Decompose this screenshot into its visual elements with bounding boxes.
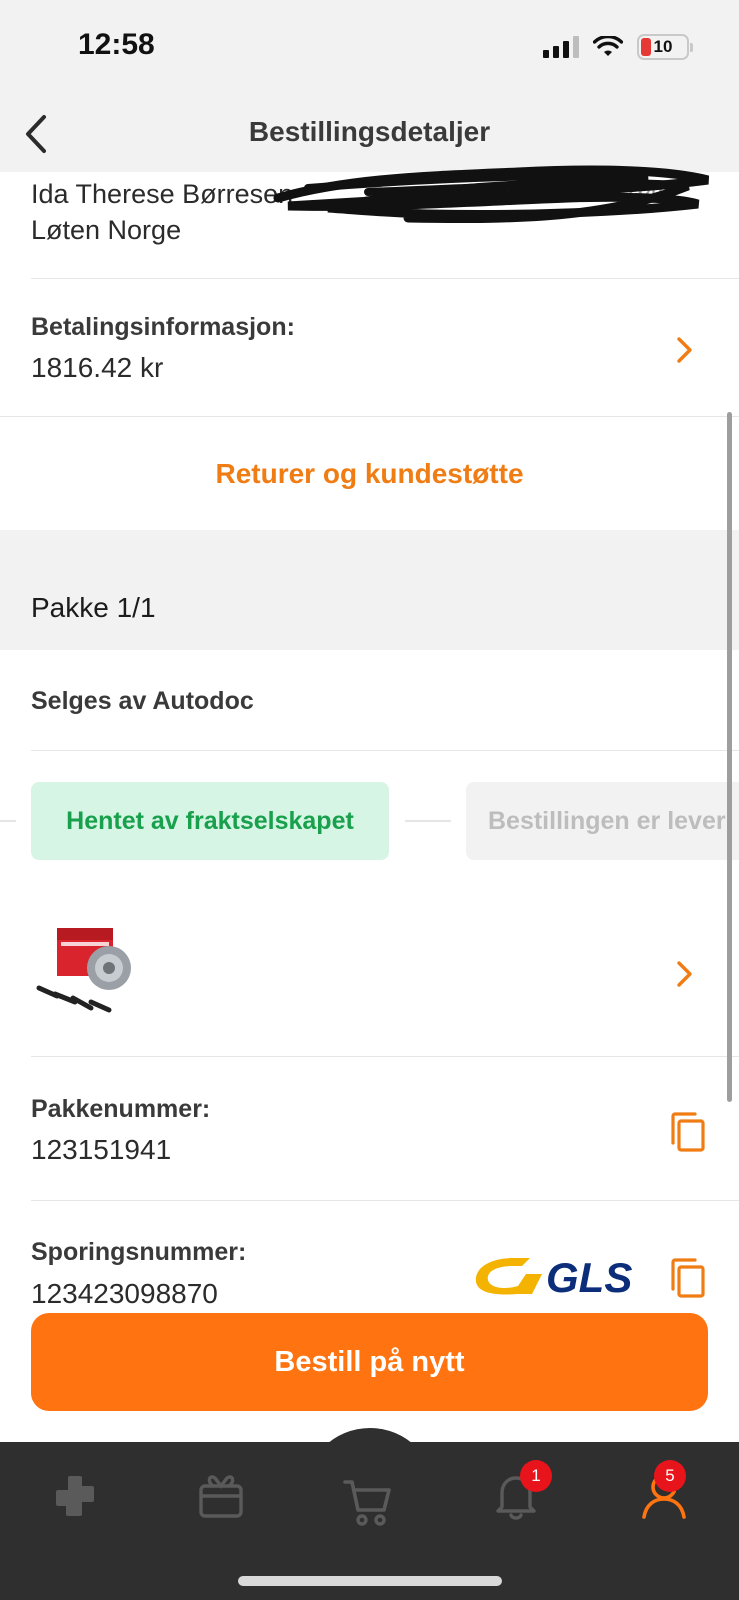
divider <box>0 416 739 417</box>
shipping-address: Ida Therese Børresen Løten Norge <box>31 176 293 248</box>
payment-info-label: Betalingsinformasjon: <box>31 313 295 341</box>
payment-amount: 1816.42 kr <box>31 352 164 383</box>
copy-tracking-number-button[interactable] <box>668 1256 708 1300</box>
gls-logo: GLS <box>475 1254 632 1298</box>
tracking-number-label: Sporingsnummer: <box>31 1238 247 1266</box>
product-row[interactable] <box>0 900 739 1055</box>
tab-catalog[interactable] <box>44 1466 104 1526</box>
package-number: 123151941 <box>31 1134 172 1165</box>
gift-icon <box>199 1475 243 1518</box>
cart-icon <box>343 1480 391 1526</box>
package-title: Pakke 1/1 <box>31 592 156 623</box>
timeline-line <box>405 820 451 822</box>
status-step-picked-up: Hentet av fraktselskapet <box>31 782 389 860</box>
chevron-right-icon <box>670 336 698 364</box>
status-icons: 10 <box>543 34 693 60</box>
divider <box>31 1200 739 1201</box>
divider <box>31 278 739 279</box>
payment-info-row[interactable]: Betalingsinformasjon: 1816.42 kr <box>0 280 739 416</box>
copy-icon <box>671 1112 705 1152</box>
signal-icon <box>543 36 579 58</box>
tab-profile[interactable]: 5 <box>634 1460 694 1526</box>
package-header-band <box>0 530 739 650</box>
address-line-2: Løten Norge <box>31 215 182 245</box>
timeline-line <box>0 820 16 822</box>
divider <box>31 1056 739 1057</box>
status-bar: 12:58 10 <box>0 0 739 100</box>
tracking-number: 123423098870 <box>31 1278 218 1309</box>
status-time: 12:58 <box>78 28 155 61</box>
chevron-right-icon <box>670 960 698 988</box>
gls-logo-text: GLS <box>546 1254 632 1298</box>
home-indicator <box>238 1576 502 1586</box>
wifi-icon <box>593 36 623 56</box>
address-line-1: Ida Therese Børresen <box>31 179 294 209</box>
package-number-label: Pakkenummer: <box>31 1095 211 1123</box>
product-image <box>31 916 141 1026</box>
notifications-badge: 1 <box>520 1460 552 1492</box>
battery-icon: 10 <box>637 34 693 60</box>
tab-offers[interactable] <box>191 1466 251 1526</box>
copy-package-number-button[interactable] <box>668 1110 708 1154</box>
profile-badge: 5 <box>654 1460 686 1492</box>
reorder-button[interactable]: Bestill på nytt <box>31 1313 708 1411</box>
page-title: Bestillingsdetaljer <box>248 116 491 147</box>
catalog-icon <box>56 1476 94 1516</box>
tab-cart[interactable] <box>338 1472 398 1532</box>
status-step-delivered: Bestillingen er lever <box>466 782 739 860</box>
scrollbar[interactable] <box>727 412 732 1102</box>
redaction-scribble <box>273 165 710 224</box>
seller-label: Selges av Autodoc <box>31 687 254 715</box>
returns-support-link[interactable]: Returer og kundestøtte <box>0 458 739 490</box>
tab-notifications[interactable]: 1 <box>486 1460 552 1526</box>
battery-level: 10 <box>653 37 673 56</box>
divider <box>31 750 739 751</box>
copy-icon <box>671 1258 705 1298</box>
